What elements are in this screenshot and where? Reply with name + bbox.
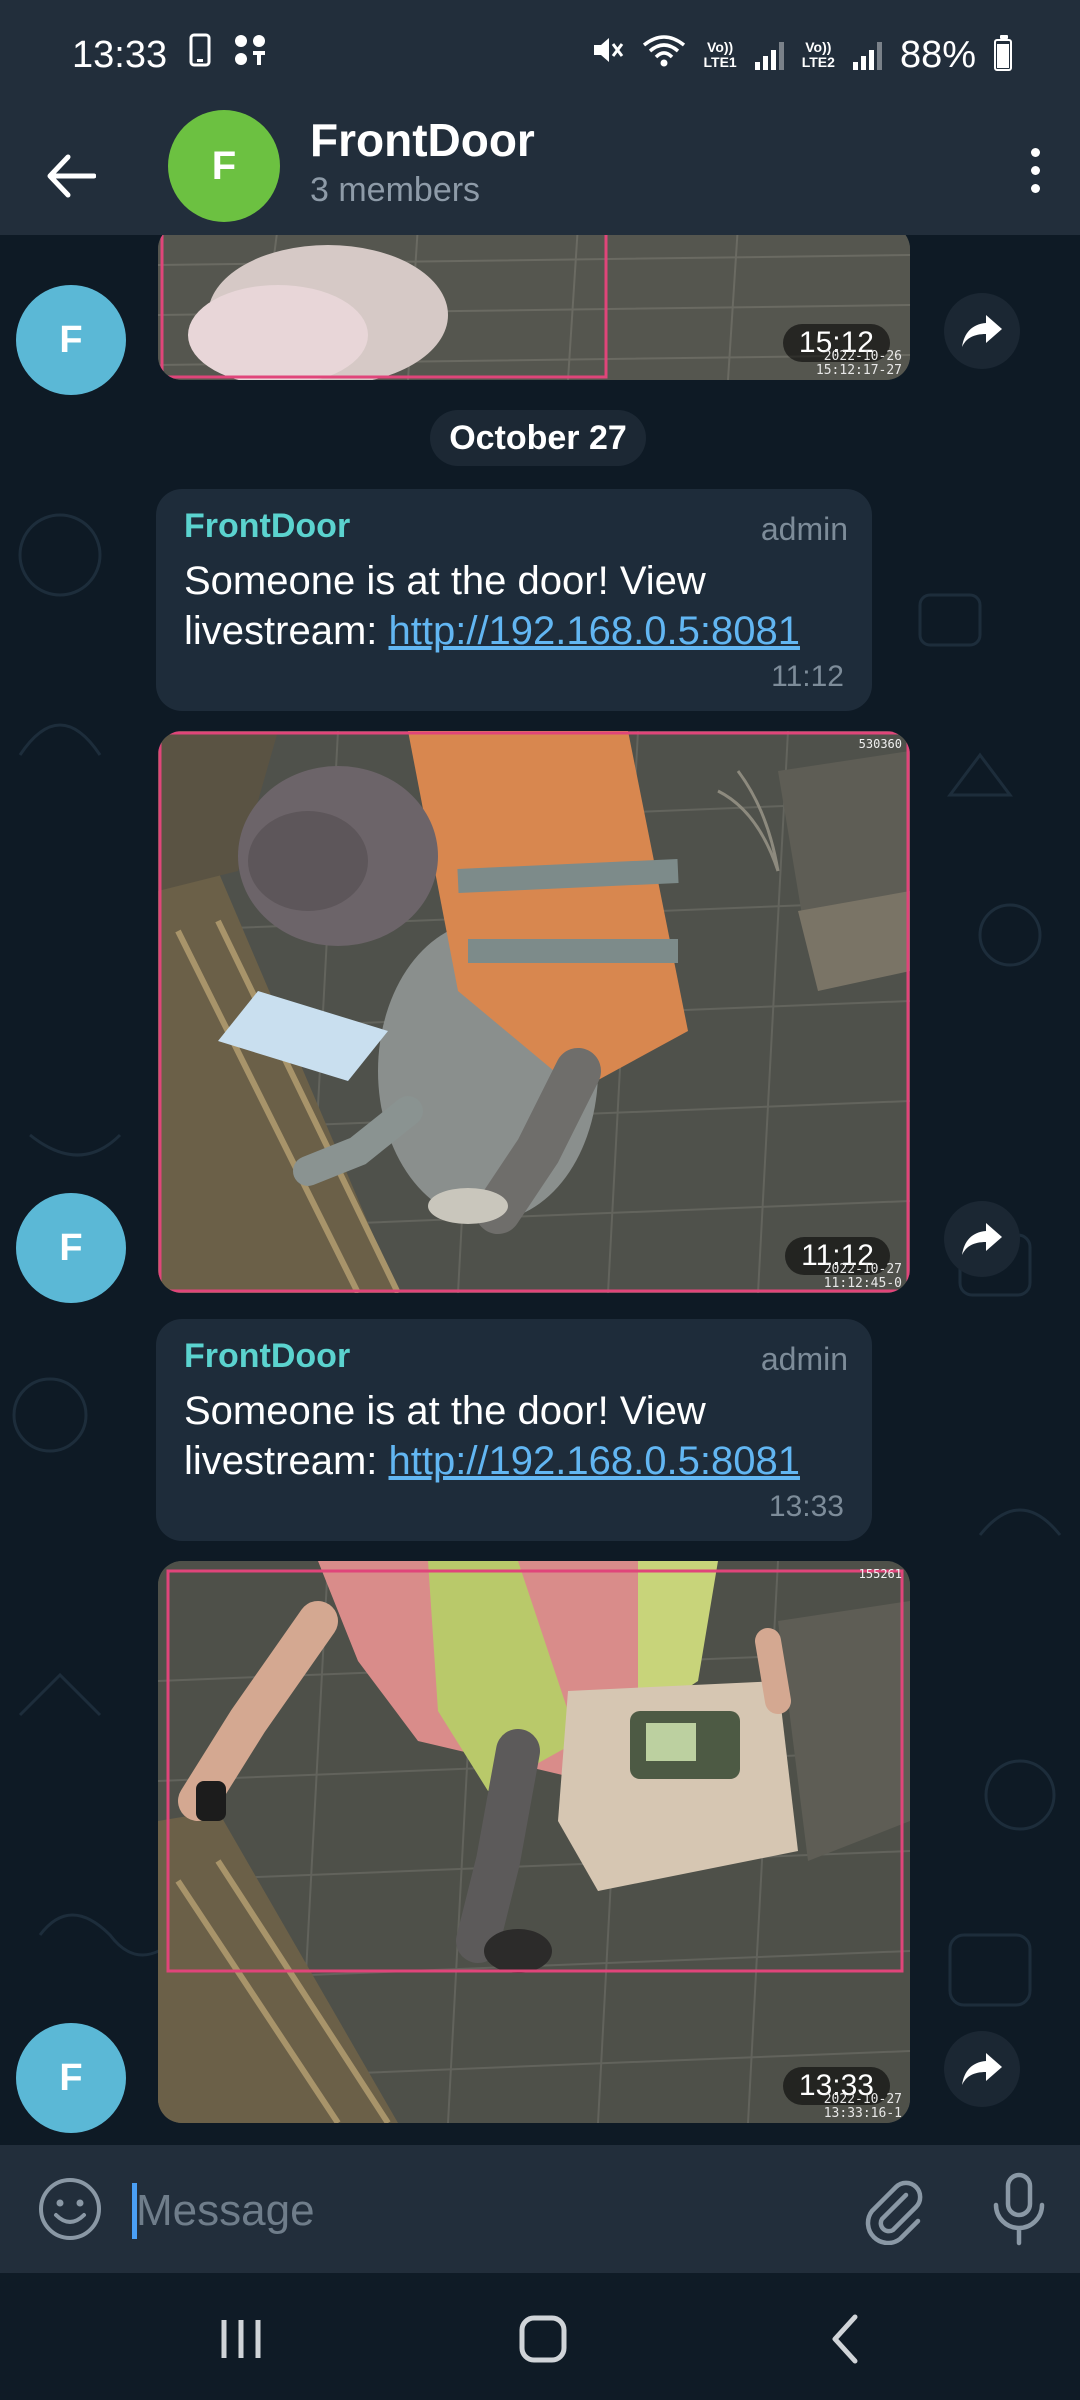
- forward-button[interactable]: [944, 293, 1020, 369]
- wifi-icon: [642, 33, 686, 77]
- camera-snapshot-image: [158, 731, 910, 1293]
- voice-record-button[interactable]: [984, 2171, 1054, 2247]
- share-arrow-icon: [962, 1223, 1002, 1255]
- forward-button[interactable]: [944, 2031, 1020, 2107]
- message-composer: [0, 2145, 1080, 2273]
- message-text: Someone is at the door! View livestream:…: [184, 559, 800, 653]
- signal-bars-2-icon: [852, 40, 882, 70]
- admin-badge: admin: [760, 1341, 848, 1377]
- notification-dots-icon: [233, 33, 267, 77]
- group-avatar[interactable]: F: [168, 110, 280, 222]
- livestream-link[interactable]: http://192.168.0.5:8081: [389, 609, 800, 653]
- camera-counter: 530360: [858, 737, 902, 751]
- date-separator: October 27: [430, 410, 646, 466]
- back-nav-button[interactable]: [810, 2311, 880, 2367]
- paperclip-icon: [865, 2180, 923, 2246]
- sender-avatar[interactable]: F: [16, 285, 126, 395]
- phone-icon: [189, 33, 211, 77]
- smiley-icon: [39, 2178, 101, 2240]
- camera-timestamp: 2022-10-27 11:12:45-0: [823, 1262, 902, 1291]
- attach-button[interactable]: [858, 2175, 928, 2246]
- message-time: 13:33: [768, 1490, 844, 1523]
- lte1-label: Vo)) LTE1: [703, 39, 737, 70]
- mute-icon: [590, 33, 624, 77]
- back-button[interactable]: [38, 146, 104, 206]
- forward-button[interactable]: [944, 1201, 1020, 1277]
- sender-avatar[interactable]: F: [16, 1193, 126, 1303]
- member-count: 3 members: [310, 171, 481, 209]
- admin-badge: admin: [760, 511, 848, 547]
- photo-message[interactable]: 155261 13:33 2022-10-27 13:33:16-1: [158, 1561, 910, 2123]
- photo-message-prev[interactable]: 15:12 2022-10-26 15:12:17-27: [158, 235, 910, 380]
- chat-header: F FrontDoor 3 members: [0, 110, 1080, 235]
- recent-apps-icon: [221, 2320, 261, 2358]
- emoji-button[interactable]: [36, 2175, 104, 2243]
- share-arrow-icon: [962, 2053, 1002, 2085]
- battery-percent: 88%: [899, 33, 976, 76]
- sender-avatar[interactable]: F: [16, 2023, 126, 2133]
- photo-message[interactable]: 530360 11:12 2022-10-27 11:12:45-0: [158, 731, 910, 1293]
- more-options-button[interactable]: [1010, 130, 1060, 210]
- chevron-left-icon: [832, 2314, 858, 2364]
- microphone-icon: [993, 2172, 1045, 2246]
- livestream-link[interactable]: http://192.168.0.5:8081: [389, 1439, 800, 1483]
- arrow-left-icon: [47, 154, 96, 198]
- chat-title: FrontDoor: [310, 114, 535, 166]
- sender-name[interactable]: FrontDoor: [184, 507, 844, 546]
- recent-apps-button[interactable]: [206, 2311, 276, 2367]
- camera-timestamp: 2022-10-26 15:12:17-27: [815, 349, 902, 378]
- camera-snapshot-image: [158, 1561, 910, 2123]
- sender-name[interactable]: FrontDoor: [184, 1337, 844, 1376]
- share-arrow-icon: [962, 315, 1002, 347]
- status-bar: 13:33 Vo)) LTE1 Vo)) LTE2 88%: [0, 0, 1080, 110]
- message-list[interactable]: 15:12 2022-10-26 15:12:17-27 F October 27…: [0, 235, 1080, 2145]
- signal-bars-icon: [754, 40, 784, 70]
- text-message[interactable]: FrontDoor admin Someone is at the door! …: [156, 489, 872, 711]
- message-text: Someone is at the door! View livestream:…: [184, 1389, 800, 1483]
- message-time: 11:12: [771, 660, 844, 693]
- home-button[interactable]: [508, 2311, 578, 2367]
- home-icon: [519, 2315, 567, 2363]
- lte2-label: Vo)) LTE2: [801, 39, 835, 70]
- camera-timestamp: 2022-10-27 13:33:16-1: [823, 2092, 902, 2121]
- text-message[interactable]: FrontDoor admin Someone is at the door! …: [156, 1319, 872, 1541]
- battery-icon: [994, 35, 1012, 71]
- message-input[interactable]: [134, 2175, 758, 2247]
- system-nav-bar: [0, 2273, 1080, 2400]
- chat-info[interactable]: FrontDoor 3 members: [310, 114, 535, 214]
- status-time: 13:33: [72, 33, 168, 76]
- more-vert-icon: [1030, 147, 1040, 157]
- camera-counter: 155261: [858, 1567, 902, 1581]
